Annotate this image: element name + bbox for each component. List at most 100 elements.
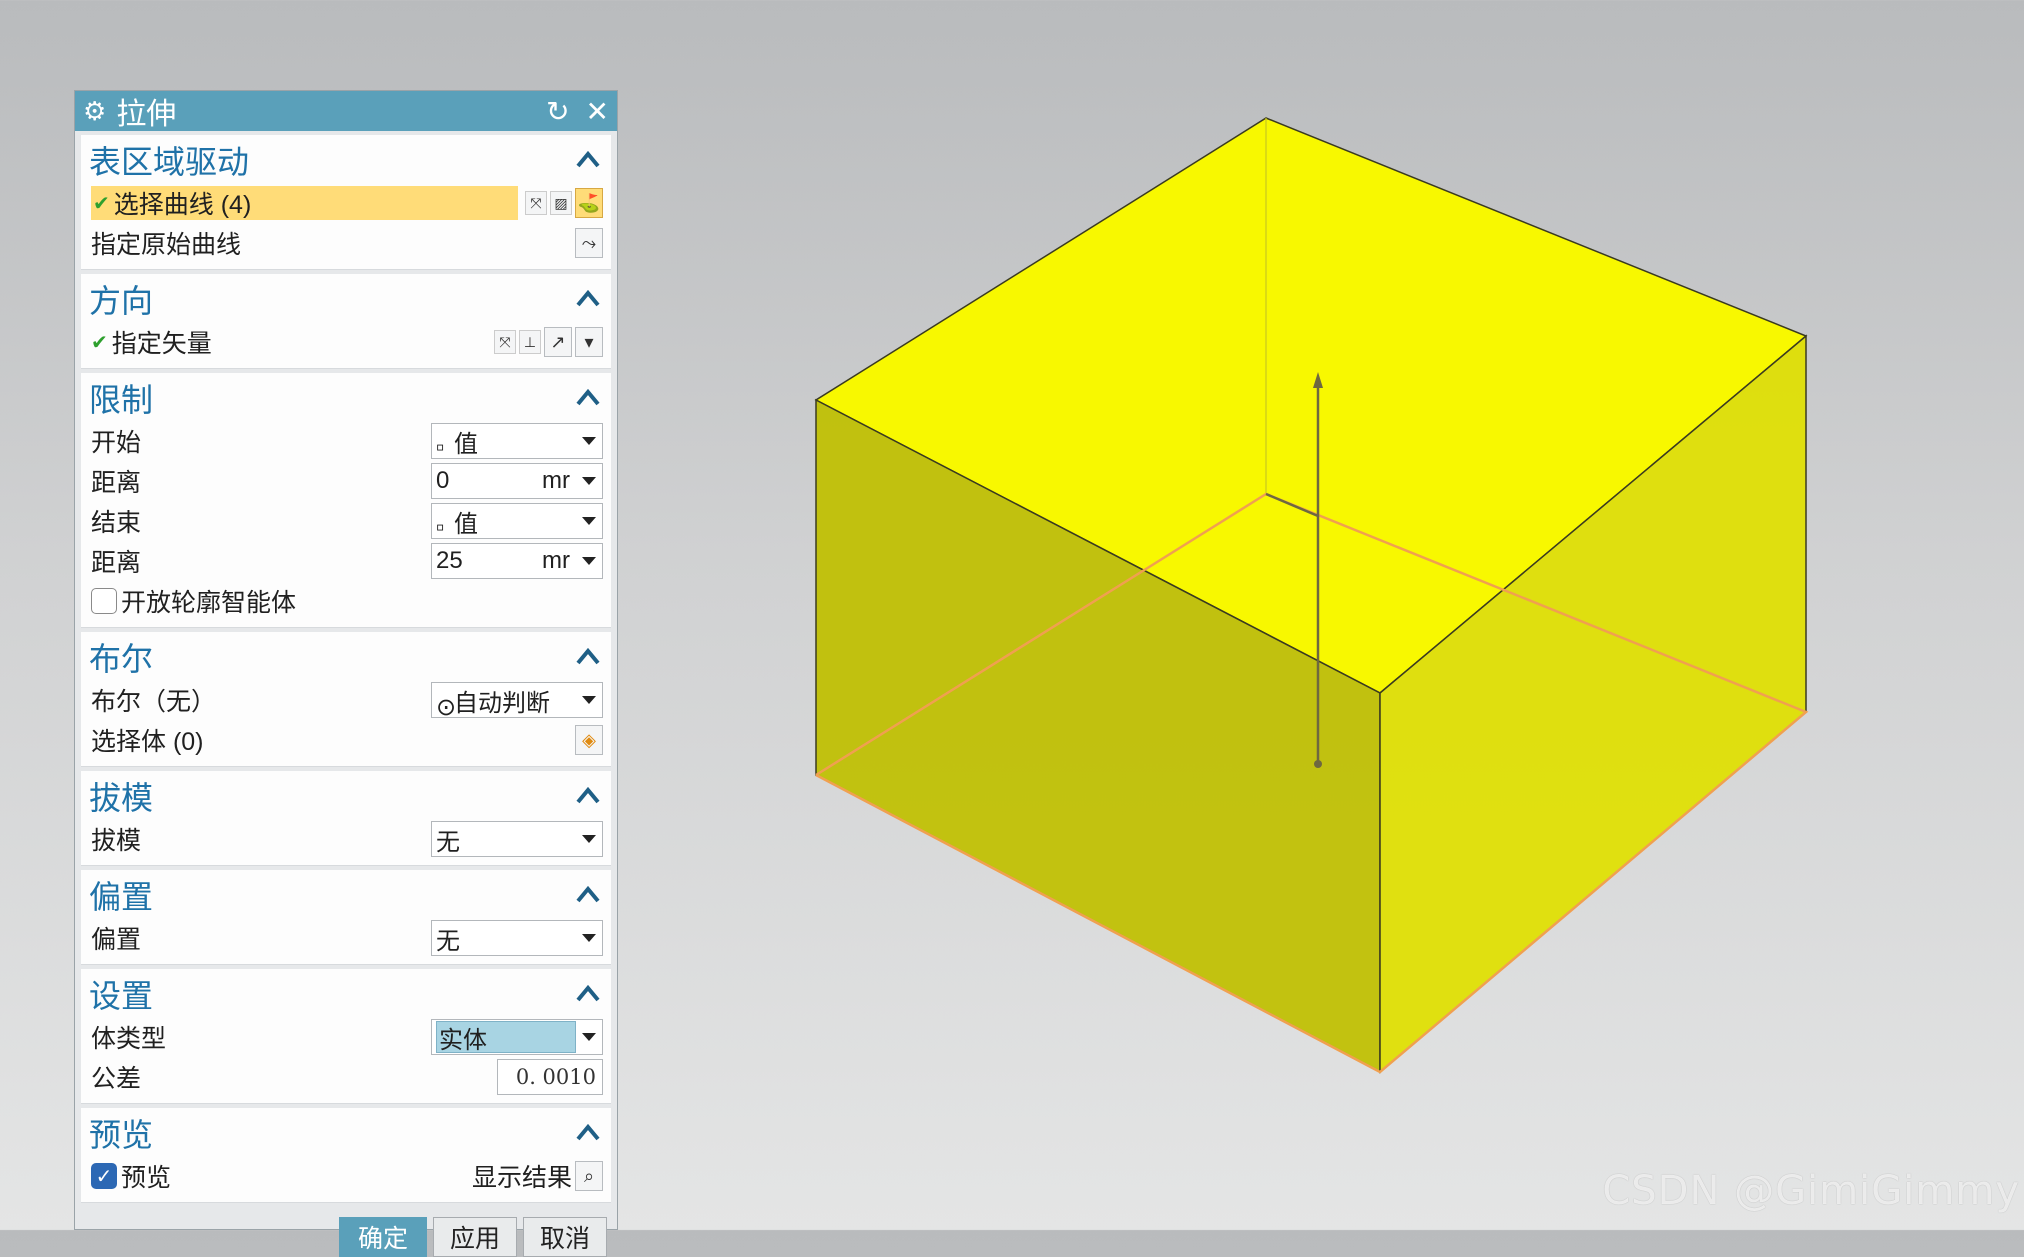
end-distance-input[interactable]: 25 mr [431, 543, 603, 579]
section-title: 限制 [89, 382, 154, 418]
chevron-up-icon[interactable] [573, 979, 603, 1009]
end-type-select[interactable]: ▫ 值 [431, 503, 603, 539]
ok-button[interactable]: 确定 [339, 1217, 427, 1257]
section-header[interactable]: 预览 [81, 1110, 611, 1156]
chevron-down-icon[interactable] [576, 696, 602, 704]
section-header[interactable]: 表区域驱动 [81, 137, 611, 183]
chevron-down-icon[interactable] [576, 437, 602, 445]
select-curve-label: 选择曲线 (4) [113, 191, 252, 219]
chevron-up-icon[interactable] [573, 383, 603, 413]
gear-icon[interactable]: ⚙ [83, 96, 106, 127]
boolean-row: 布尔（无） ⊙ 自动判断 [81, 680, 611, 720]
body-type-label: 体类型 [91, 1025, 167, 1053]
dialog-footer: 确定 应用 取消 [75, 1203, 617, 1257]
end-row: 结束 ▫ 值 [81, 501, 611, 541]
boolean-select[interactable]: ⊙ 自动判断 [431, 682, 603, 718]
offset-value: 无 [436, 927, 460, 955]
boolean-label: 布尔（无） [91, 688, 217, 716]
vector-dialog-icon[interactable]: ⊥ [519, 330, 541, 354]
original-curve-label: 指定原始曲线 [91, 231, 242, 259]
chevron-down-icon[interactable] [576, 477, 602, 485]
section-header[interactable]: 拔模 [81, 773, 611, 819]
dialog-titlebar[interactable]: ⚙ 拉伸 ↻ ✕ [75, 91, 617, 131]
section-preview: 预览 ✓ 预览 显示结果 ⌕ [81, 1108, 611, 1203]
section-boolean: 布尔 布尔（无） ⊙ 自动判断 选择体 (0) ◈ [81, 632, 611, 767]
chevron-down-icon[interactable] [576, 1033, 602, 1041]
apply-button[interactable]: 应用 [433, 1217, 517, 1257]
section-header[interactable]: 偏置 [81, 872, 611, 918]
section-header[interactable]: 方向 [81, 276, 611, 322]
show-result-label: 显示结果 [471, 1164, 572, 1192]
chevron-down-icon[interactable] [576, 557, 602, 565]
preview-checkbox[interactable]: ✓ [91, 1163, 117, 1189]
distance-label: 距离 [91, 469, 142, 497]
infer-icon: ⊙ [436, 694, 457, 718]
cancel-button[interactable]: 取消 [523, 1217, 607, 1257]
start-distance-input[interactable]: 0 mr [431, 463, 603, 499]
section-settings: 设置 体类型 实体 公差 0. 0010 [81, 969, 611, 1104]
dialog-title: 拉伸 [116, 98, 177, 131]
end-distance-value[interactable]: 25 [436, 547, 542, 575]
chevron-up-icon[interactable] [573, 781, 603, 811]
unit-label: mr [542, 547, 570, 574]
vector-dropdown-button[interactable]: ▾ [575, 327, 603, 357]
original-curve-row: 指定原始曲线 ⤳ [81, 223, 611, 263]
select-body-row: 选择体 (0) ◈ [81, 720, 611, 760]
vector-origin-icon [1314, 760, 1322, 768]
offset-select[interactable]: 无 [431, 920, 603, 956]
vector-type-icon[interactable]: ↗ [544, 327, 572, 357]
start-type-select[interactable]: ▫ 值 [431, 423, 603, 459]
tolerance-label: 公差 [91, 1065, 142, 1093]
body-type-select[interactable]: 实体 [431, 1019, 603, 1055]
section-title: 方向 [89, 283, 154, 319]
end-type-value: 值 [454, 510, 478, 538]
body-cube-icon[interactable]: ◈ [575, 725, 603, 755]
section-title: 设置 [89, 978, 154, 1014]
section-direction: 方向 ✔ 指定矢量 ⤧ ⊥ ↗ ▾ [81, 274, 611, 369]
section-header[interactable]: 布尔 [81, 634, 611, 680]
chevron-down-icon[interactable] [576, 934, 602, 942]
value-icon: ▫ [436, 514, 445, 539]
draft-select[interactable]: 无 [431, 821, 603, 857]
chevron-up-icon[interactable] [573, 1118, 603, 1148]
chevron-down-icon[interactable] [576, 835, 602, 843]
tolerance-input[interactable]: 0. 0010 [497, 1059, 603, 1095]
extrude-dialog: ⚙ 拉伸 ↻ ✕ 表区域驱动 ✔ 选择曲线 (4) ⤧ ▨ ⛳ 指定原始曲线 ⤳ … [74, 90, 618, 1257]
watermark: CSDN @GimiGimmy [1602, 1168, 2020, 1214]
magnifier-icon[interactable]: ⌕ [575, 1161, 603, 1191]
chevron-down-icon[interactable] [576, 517, 602, 525]
unit-label: mr [542, 467, 570, 494]
select-body-label: 选择体 (0) [91, 728, 204, 756]
draft-row: 拔模 无 [81, 819, 611, 859]
close-icon[interactable]: ✕ [586, 95, 609, 128]
chevron-up-icon[interactable] [573, 880, 603, 910]
start-type-value: 值 [454, 430, 478, 458]
section-header[interactable]: 设置 [81, 971, 611, 1017]
curve-rule-icon[interactable]: ⤧ [525, 191, 547, 215]
tolerance-row: 公差 0. 0010 [81, 1057, 611, 1097]
offset-row: 偏置 无 [81, 918, 611, 958]
section-title: 表区域驱动 [89, 144, 250, 180]
select-curve-row[interactable]: ✔ 选择曲线 (4) ⤧ ▨ ⛳ [81, 183, 611, 223]
start-row: 开始 ▫ 值 [81, 421, 611, 461]
reset-icon[interactable]: ↻ [546, 95, 569, 128]
chevron-up-icon[interactable] [573, 284, 603, 314]
section-draft: 拔模 拔模 无 [81, 771, 611, 866]
section-header[interactable]: 限制 [81, 375, 611, 421]
offset-label: 偏置 [91, 926, 142, 954]
curve-pick-icon[interactable]: ⤳ [575, 228, 603, 258]
start-distance-value[interactable]: 0 [436, 467, 542, 495]
start-distance-row: 距离 0 mr [81, 461, 611, 501]
reverse-direction-icon[interactable]: ⤧ [494, 330, 516, 354]
check-icon: ✔ [93, 192, 110, 215]
open-profile-checkbox[interactable] [91, 588, 117, 614]
open-profile-label: 开放轮廓智能体 [121, 589, 297, 617]
section-select-icon[interactable]: ⛳ [575, 188, 603, 218]
body-type-row: 体类型 实体 [81, 1017, 611, 1057]
chevron-up-icon[interactable] [573, 642, 603, 672]
body-type-value: 实体 [436, 1021, 576, 1053]
sketch-icon[interactable]: ▨ [550, 191, 572, 215]
section-title: 拔模 [89, 780, 154, 816]
chevron-up-icon[interactable] [573, 145, 603, 175]
specify-vector-row[interactable]: ✔ 指定矢量 ⤧ ⊥ ↗ ▾ [81, 322, 611, 362]
